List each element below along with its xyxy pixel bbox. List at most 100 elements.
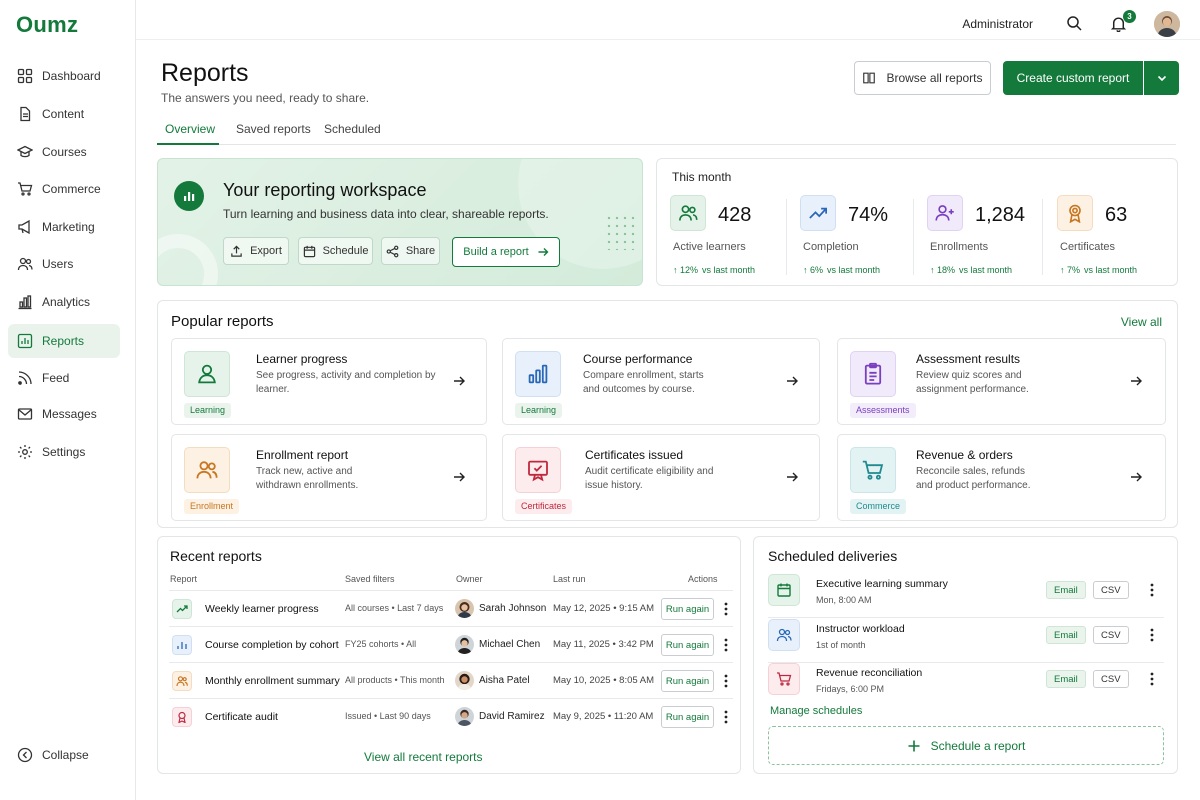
sidebar-item-users[interactable]: Users	[8, 247, 120, 281]
more-options-icon[interactable]	[724, 674, 728, 688]
users-icon	[670, 195, 706, 231]
saved-filters: All products • This month	[345, 675, 445, 685]
sidebar-item-label: Users	[42, 257, 74, 271]
stat-label: Active learners	[673, 241, 746, 253]
view-all-recent-link[interactable]: View all recent reports	[364, 750, 483, 764]
list-item[interactable]: Revenue reconciliation Fridays, 6:00 PM …	[768, 663, 1164, 707]
stat-certificates: 63 Certificates ↑ 7% vs last month	[1044, 195, 1172, 275]
list-item[interactable]: Instructor workload 1st of month Email C…	[768, 619, 1164, 663]
csv-badge: CSV	[1093, 581, 1129, 599]
run-again-button[interactable]: Run again	[661, 706, 714, 728]
owner-name: Sarah Johnson	[479, 603, 547, 614]
report-card-assessment-results[interactable]: Assessment results Review quiz scores an…	[837, 338, 1166, 425]
month-title: This month	[672, 170, 732, 184]
chevron-down-icon	[1157, 75, 1166, 82]
collapse-button[interactable]: Collapse	[8, 738, 120, 772]
document-icon	[20, 106, 31, 122]
last-run-date: May 12, 2025 • 9:15 AM	[553, 603, 655, 614]
sidebar-item-messages[interactable]: Messages	[8, 397, 120, 431]
users-icon	[17, 257, 33, 271]
schedule-name: Executive learning summary	[816, 578, 948, 590]
stat-value: 428	[718, 204, 752, 226]
more-options-icon[interactable]	[1150, 583, 1154, 597]
sidebar-item-settings[interactable]: Settings	[8, 435, 120, 469]
report-name[interactable]: Monthly enrollment summary	[205, 675, 340, 687]
report-card-enrollment-report[interactable]: Enrollment report Track new, active and …	[171, 434, 487, 521]
tab-scheduled[interactable]: Scheduled	[324, 122, 381, 136]
sidebar-item-commerce[interactable]: Commerce	[8, 172, 120, 206]
build-label: Build a report	[463, 246, 529, 258]
rss-icon	[18, 371, 32, 385]
cart-icon	[850, 447, 896, 493]
view-all-link[interactable]: View all	[1121, 315, 1162, 329]
more-options-icon[interactable]	[1150, 672, 1154, 686]
sidebar-item-dashboard[interactable]: Dashboard	[8, 59, 120, 93]
hero-subtitle: Turn learning and business data into cle…	[223, 207, 549, 221]
user-role[interactable]: Administrator	[962, 17, 1033, 31]
stat-active-learners: 428 Active learners ↑ 12% vs last month	[657, 195, 785, 275]
sidebar-item-courses[interactable]: Courses	[8, 135, 120, 169]
card-description: Review quiz scores and assignment perfor…	[916, 370, 1029, 395]
cart-icon	[18, 182, 33, 196]
manage-schedules-link[interactable]: Manage schedules	[770, 705, 862, 717]
schedule-report-button[interactable]: Schedule a report	[768, 726, 1164, 765]
sidebar-item-analytics[interactable]: Analytics	[8, 285, 120, 319]
share-icon	[386, 245, 399, 257]
last-run-date: May 10, 2025 • 8:05 AM	[553, 675, 655, 686]
run-again-button[interactable]: Run again	[661, 670, 714, 692]
column-header-report: Report	[170, 574, 198, 584]
page-title: Reports	[161, 59, 249, 87]
card-description: See progress, activity and completion by…	[256, 370, 436, 395]
search-icon[interactable]	[1066, 15, 1082, 31]
create-options-dropdown[interactable]	[1144, 61, 1179, 95]
sidebar-item-reports[interactable]: Reports	[8, 324, 120, 358]
more-options-icon[interactable]	[724, 710, 728, 724]
schedule-name: Instructor workload	[816, 623, 905, 635]
divider	[1042, 199, 1043, 275]
report-card-certificates-issued[interactable]: Certificates issued Audit certificate el…	[502, 434, 820, 521]
stat-label: Certificates	[1060, 241, 1116, 253]
browse-all-reports-button[interactable]: Browse all reports	[854, 61, 991, 95]
sidebar-item-marketing[interactable]: Marketing	[8, 210, 120, 244]
run-again-button[interactable]: Run again	[661, 634, 714, 656]
more-options-icon[interactable]	[724, 638, 728, 652]
list-item[interactable]: Executive learning summary Mon, 8:00 AM …	[768, 574, 1164, 618]
table-row[interactable]: Course completion by cohort FY25 cohorts…	[169, 626, 733, 662]
report-card-learner-progress[interactable]: Learner progress See progress, activity …	[171, 338, 487, 425]
avatar	[455, 707, 474, 726]
avatar	[455, 671, 474, 690]
create-custom-report-button[interactable]: Create custom report	[1003, 61, 1143, 95]
schedule-button[interactable]: Schedule	[298, 237, 373, 265]
share-button[interactable]: Share	[381, 237, 440, 265]
saved-filters: Issued • Last 90 days	[345, 711, 431, 721]
sidebar-item-feed[interactable]: Feed	[8, 361, 120, 395]
trend-up-icon	[800, 195, 836, 231]
sidebar-item-content[interactable]: Content	[8, 97, 120, 131]
build-report-button[interactable]: Build a report	[452, 237, 560, 267]
decorative-dots	[605, 214, 635, 250]
report-name[interactable]: Weekly learner progress	[205, 603, 319, 615]
stat-value: 1,284	[975, 204, 1026, 226]
report-card-revenue-orders[interactable]: Revenue & orders Reconcile sales, refund…	[837, 434, 1166, 521]
tab-overview[interactable]: Overview	[165, 122, 215, 136]
app-logo[interactable]: Oumz	[16, 12, 78, 38]
graduation-cap-icon	[17, 145, 33, 158]
tab-saved-reports[interactable]: Saved reports	[236, 122, 311, 136]
table-row[interactable]: Weekly learner progress All courses • La…	[169, 590, 733, 626]
card-title: Revenue & orders	[916, 448, 1013, 462]
table-row[interactable]: Monthly enrollment summary All products …	[169, 662, 733, 698]
report-card-course-performance[interactable]: Course performance Compare enrollment, s…	[502, 338, 820, 425]
section-title: Popular reports	[171, 313, 274, 330]
report-name[interactable]: Course completion by cohort	[205, 639, 339, 651]
report-name[interactable]: Certificate audit	[205, 711, 278, 723]
more-options-icon[interactable]	[724, 602, 728, 616]
avatar[interactable]	[1154, 11, 1180, 37]
run-again-button[interactable]: Run again	[661, 598, 714, 620]
gear-icon	[18, 445, 32, 459]
saved-filters: All courses • Last 7 days	[345, 603, 444, 613]
decorative-ring	[158, 234, 218, 285]
export-button[interactable]: Export	[223, 237, 289, 265]
stat-label: Completion	[803, 241, 859, 253]
table-row[interactable]: Certificate audit Issued • Last 90 days …	[169, 698, 733, 734]
more-options-icon[interactable]	[1150, 628, 1154, 642]
